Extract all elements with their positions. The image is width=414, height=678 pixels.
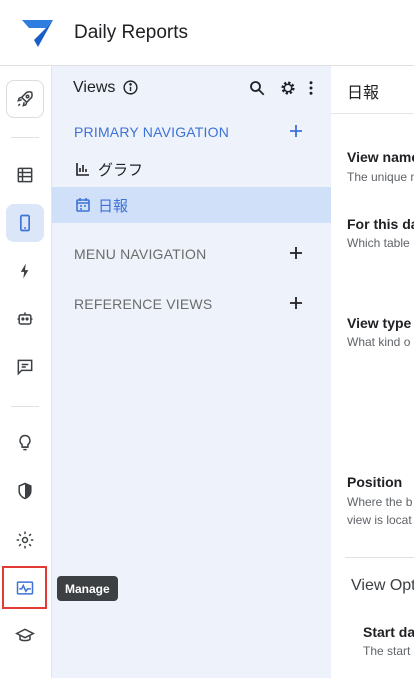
position-desc: Where the b xyxy=(347,495,413,509)
rail-actions-button[interactable] xyxy=(6,252,44,290)
rail-divider xyxy=(11,137,39,138)
search-button[interactable] xyxy=(248,79,266,97)
for-this-data-label: For this da xyxy=(347,216,414,232)
view-item-label: グラフ xyxy=(98,161,144,179)
chat-icon xyxy=(17,359,33,376)
view-item-label: 日報 xyxy=(98,197,129,215)
table-list-icon xyxy=(17,167,33,183)
detail-title: 日報 xyxy=(347,85,380,102)
calendar-icon xyxy=(75,197,91,213)
view-detail-pane: 日報 View name The unique n For this da Wh… xyxy=(331,66,414,678)
search-icon xyxy=(250,81,265,96)
add-reference-view-icon[interactable] xyxy=(289,296,303,310)
view-type-label: View type xyxy=(347,315,412,331)
rail-intelligence-button[interactable] xyxy=(6,424,44,462)
primary-navigation-label: PRIMARY NAVIGATION xyxy=(74,124,230,140)
for-this-data-desc: Which table xyxy=(347,236,410,250)
view-name-label: View name xyxy=(347,149,414,165)
add-primary-view-icon[interactable] xyxy=(289,124,303,138)
rail-security-button[interactable] xyxy=(6,472,44,510)
bar-chart-icon xyxy=(75,161,91,177)
position-label: Position xyxy=(347,474,403,490)
bolt-icon xyxy=(20,263,29,279)
start-date-label: Start da xyxy=(363,624,414,640)
lightbulb-icon xyxy=(19,434,31,451)
info-icon[interactable] xyxy=(122,79,139,96)
rail-app-button[interactable] xyxy=(6,204,44,242)
more-vert-icon xyxy=(309,81,313,95)
add-menu-view-icon[interactable] xyxy=(289,246,303,260)
view-item-daily-report[interactable]: 日報 xyxy=(52,187,331,223)
view-type-desc: What kind o xyxy=(347,335,411,349)
app-logo-icon[interactable] xyxy=(20,18,54,48)
views-header: Views xyxy=(52,66,331,110)
views-title: Views xyxy=(73,79,116,96)
gear-icon xyxy=(16,531,34,549)
shield-icon xyxy=(18,482,32,500)
graduation-cap-icon xyxy=(15,628,35,642)
rail-learn-button[interactable] xyxy=(6,617,44,655)
more-options-button[interactable] xyxy=(302,79,320,97)
app-root: Daily Reports Views PRIMARY NAVIGATION グ… xyxy=(0,0,414,678)
section-divider xyxy=(345,557,414,558)
rail-automation-button[interactable] xyxy=(6,300,44,338)
reference-views-label: REFERENCE VIEWS xyxy=(74,296,213,312)
app-header: Daily Reports xyxy=(0,0,414,66)
manage-highlight-box xyxy=(2,566,47,609)
position-desc-line2: view is locat xyxy=(347,513,412,527)
view-options-title: View Opt xyxy=(351,577,414,594)
view-name-desc: The unique n xyxy=(347,170,414,184)
mobile-phone-icon xyxy=(20,214,30,232)
rocket-icon xyxy=(17,91,33,107)
rail-data-button[interactable] xyxy=(6,156,44,194)
detail-header: 日報 xyxy=(331,66,414,114)
rail-rocket-button[interactable] xyxy=(6,80,44,118)
manage-tooltip: Manage xyxy=(57,576,118,601)
app-title: Daily Reports xyxy=(74,22,189,43)
bot-icon xyxy=(17,312,33,325)
menu-navigation-label: MENU NAVIGATION xyxy=(74,246,207,262)
rail-chat-button[interactable] xyxy=(6,348,44,386)
start-date-desc: The start xyxy=(363,644,411,658)
views-settings-button[interactable] xyxy=(279,79,297,97)
rail-settings-button[interactable] xyxy=(6,521,44,559)
gear-icon xyxy=(281,81,295,95)
rail-divider xyxy=(11,406,39,407)
view-item-graph[interactable]: グラフ xyxy=(52,151,331,187)
